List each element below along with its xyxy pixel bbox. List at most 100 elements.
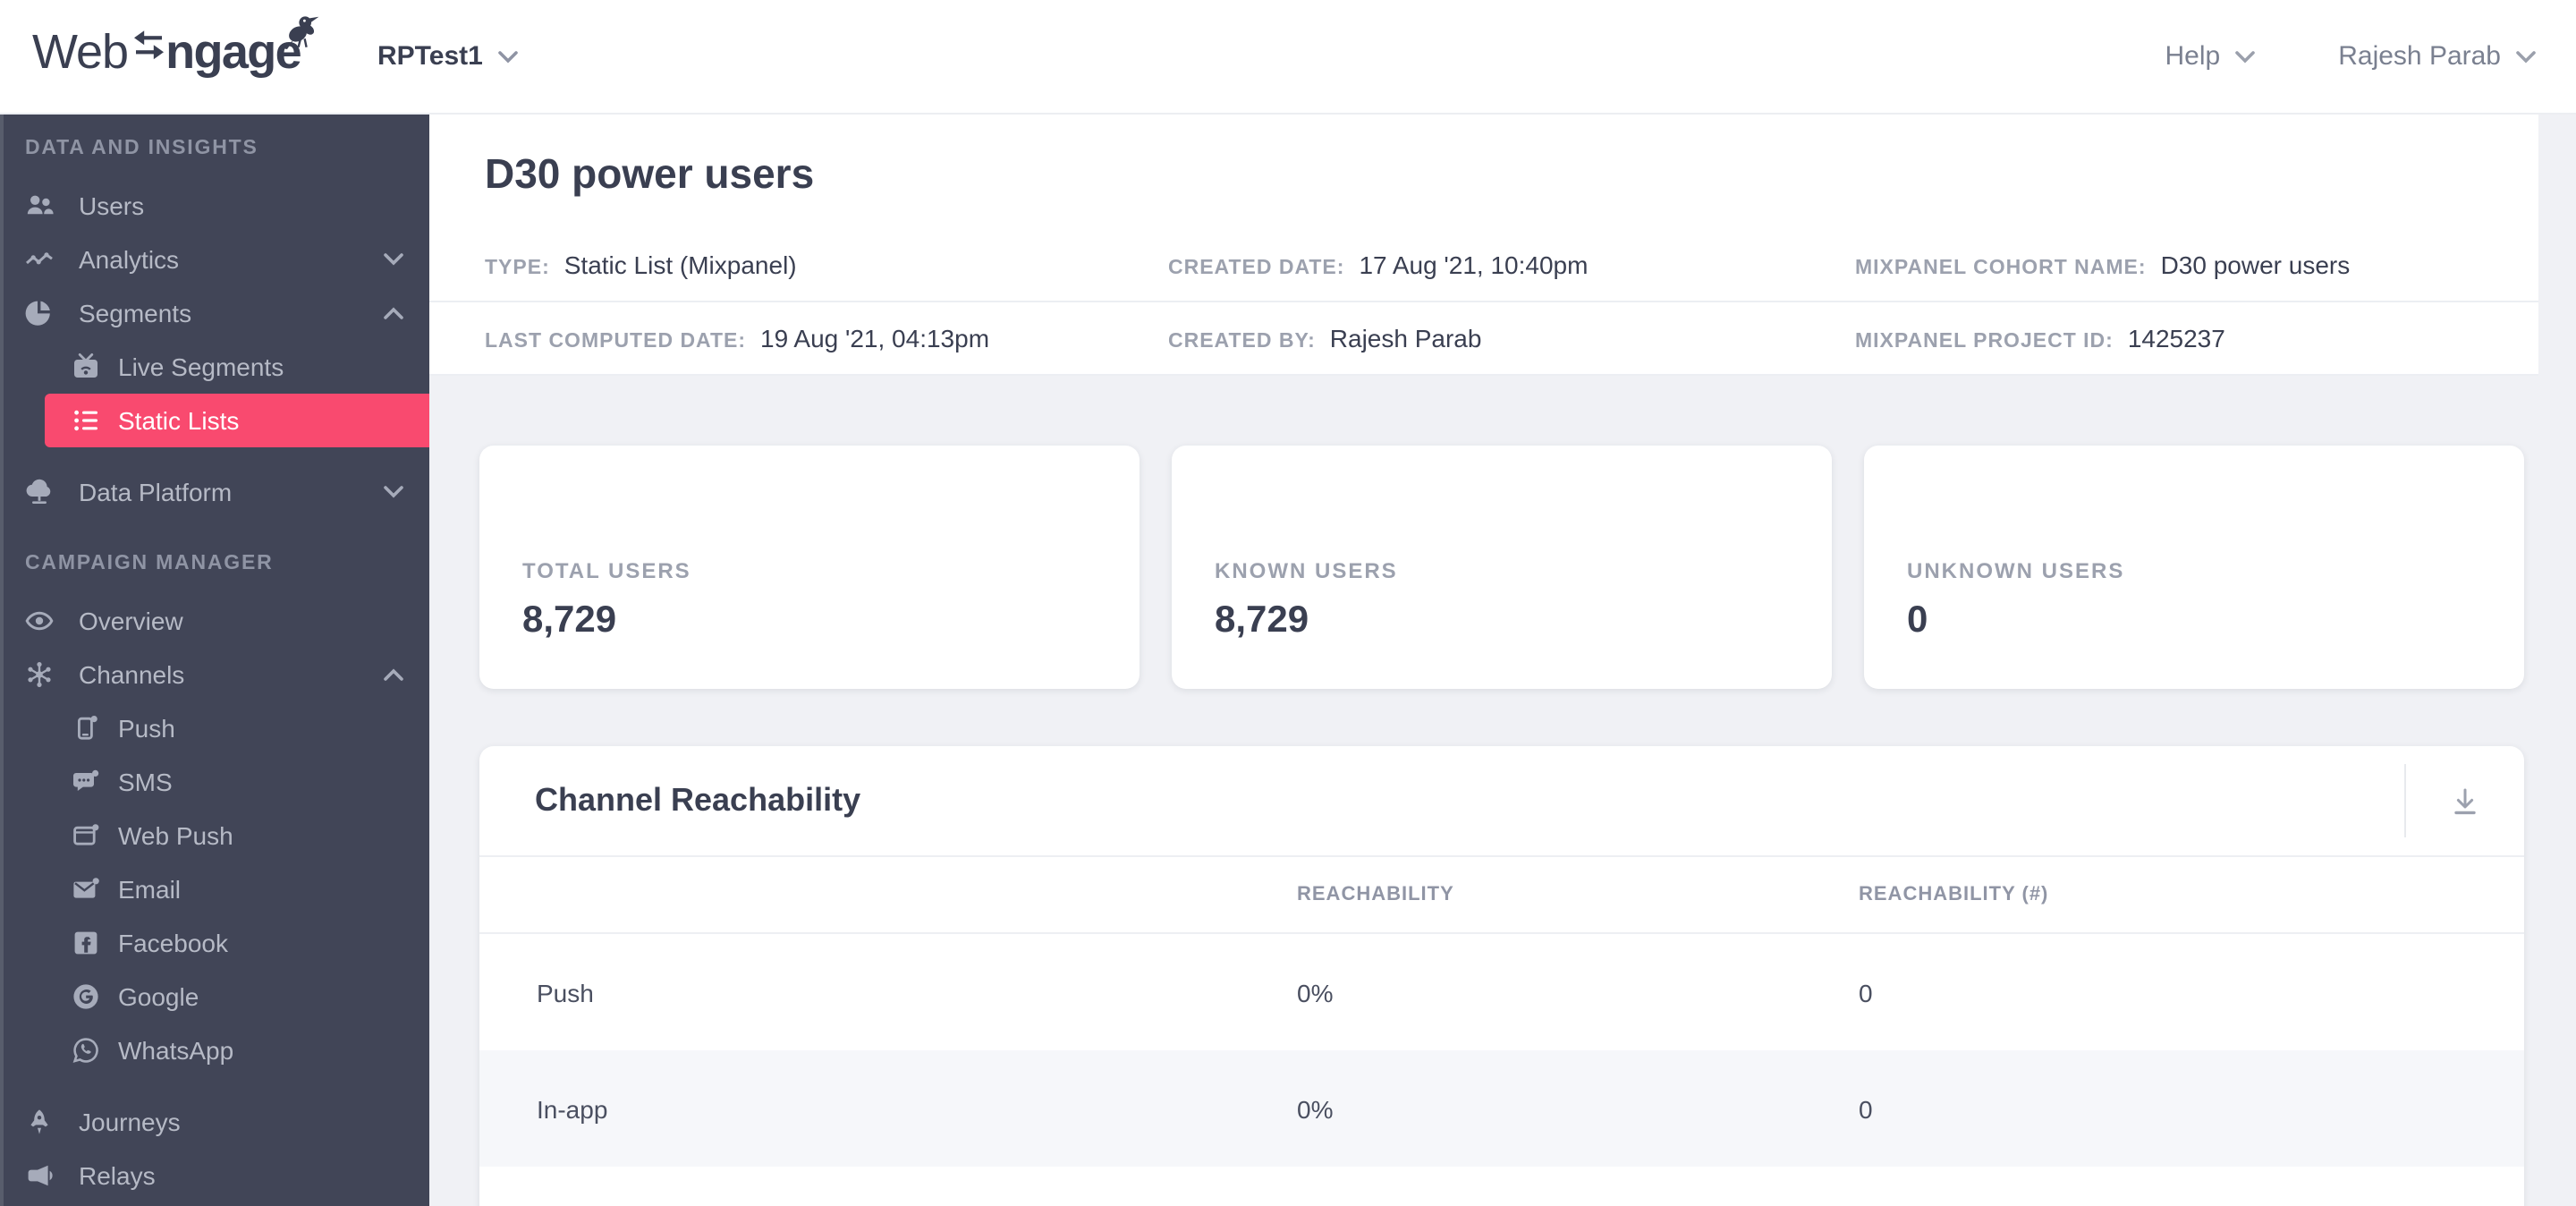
stat-card-total-users: TOTAL USERS 8,729 xyxy=(479,446,1140,689)
google-icon xyxy=(72,982,100,1011)
meta-label: LAST COMPUTED DATE: xyxy=(485,330,747,352)
sidebar-item-static-lists[interactable]: Static Lists xyxy=(45,394,429,447)
chevron-down-icon xyxy=(498,50,518,63)
sidebar-item-label: Channels xyxy=(79,660,185,689)
data-platform-icon xyxy=(25,478,54,506)
live-segments-icon xyxy=(72,352,100,381)
meta-label: MIXPANEL PROJECT ID: xyxy=(1855,330,2114,352)
sidebar-item-whatsapp[interactable]: WhatsApp xyxy=(0,1023,429,1077)
stat-card-unknown-users: UNKNOWN USERS 0 xyxy=(1864,446,2524,689)
cell-count: 0 xyxy=(1859,978,1873,1006)
project-name: RPTest1 xyxy=(377,41,483,72)
sidebar-item-label: Relays xyxy=(79,1161,156,1190)
meta-label: TYPE: xyxy=(485,257,550,278)
sidebar-item-label: Web Push xyxy=(118,821,233,850)
user-name: Rajesh Parab xyxy=(2338,41,2501,72)
meta-label: CREATED BY: xyxy=(1168,330,1316,352)
meta-value: Static List (Mixpanel) xyxy=(564,250,797,278)
sidebar-item-label: Push xyxy=(118,714,175,743)
reachability-title: Channel Reachability xyxy=(535,782,861,818)
sidebar-item-relays[interactable]: Relays xyxy=(0,1149,429,1202)
column-header-reachability: REACHABILITY xyxy=(1297,884,1454,905)
web-push-channel-icon xyxy=(72,821,100,850)
stat-value: 8,729 xyxy=(1215,599,1309,641)
users-icon xyxy=(25,191,54,220)
sidebar-item-web-push[interactable]: Web Push xyxy=(0,809,429,862)
reachability-column-headers: REACHABILITY REACHABILITY (#) xyxy=(479,857,2524,934)
stat-label: KNOWN USERS xyxy=(1215,558,1398,583)
page-title: D30 power users xyxy=(485,150,815,197)
sidebar-item-label: Email xyxy=(118,875,182,904)
table-row-push: Push 0% 0 xyxy=(479,934,2524,1050)
sidebar-item-analytics[interactable]: Analytics xyxy=(0,233,429,286)
meta-value: 19 Aug '21, 04:13pm xyxy=(760,323,990,352)
meta-value: 1425237 xyxy=(2127,323,2225,352)
meta-type: TYPE: Static List (Mixpanel) xyxy=(485,250,797,278)
sidebar-section-campaign-manager: CAMPAIGN MANAGER xyxy=(25,553,274,574)
sidebar-item-facebook[interactable]: Facebook xyxy=(0,916,429,970)
channels-icon xyxy=(25,660,54,689)
sidebar-item-journeys[interactable]: Journeys xyxy=(0,1095,429,1149)
meta-project-id: MIXPANEL PROJECT ID: 1425237 xyxy=(1855,323,2225,352)
segments-icon xyxy=(25,299,54,327)
stat-label: UNKNOWN USERS xyxy=(1907,558,2125,583)
sidebar-item-label: Data Platform xyxy=(79,478,233,506)
top-bar: Web ngage RPTest1 Help Rajesh Parab xyxy=(0,0,2576,115)
meta-last-computed: LAST COMPUTED DATE: 19 Aug '21, 04:13pm xyxy=(485,323,989,352)
sidebar-item-label: Static Lists xyxy=(118,406,240,435)
column-header-reachability-count: REACHABILITY (#) xyxy=(1859,884,2049,905)
sidebar-item-live-segments[interactable]: Live Segments xyxy=(0,340,429,394)
facebook-icon xyxy=(72,929,100,957)
sidebar-item-email[interactable]: Email xyxy=(0,862,429,916)
sidebar-nav: DATA AND INSIGHTS Users Analytics Segmen… xyxy=(0,113,429,1206)
sidebar-item-label: Facebook xyxy=(118,929,228,957)
chevron-down-icon xyxy=(2235,50,2256,63)
cell-reachability: 0% xyxy=(1297,978,1334,1006)
download-icon xyxy=(2454,787,2476,814)
static-lists-icon xyxy=(72,406,100,435)
email-channel-icon xyxy=(72,875,100,904)
stat-cards: TOTAL USERS 8,729 KNOWN USERS 8,729 UNKN… xyxy=(479,446,2524,689)
megaphone-icon xyxy=(25,1161,54,1190)
sidebar-item-label: Journeys xyxy=(79,1108,181,1136)
meta-value: 17 Aug '21, 10:40pm xyxy=(1359,250,1589,278)
webengage-logo[interactable]: Web ngage xyxy=(32,16,319,79)
channel-reachability-card: Channel Reachability REACHABILITY REACHA… xyxy=(479,746,2524,1206)
logo-text-web: Web xyxy=(32,25,129,79)
reachability-header: Channel Reachability xyxy=(479,746,2524,857)
help-menu[interactable]: Help xyxy=(2165,41,2257,72)
sidebar-item-overview[interactable]: Overview xyxy=(0,594,429,648)
push-channel-icon xyxy=(72,714,100,743)
sidebar-item-google[interactable]: Google xyxy=(0,970,429,1023)
webengage-dashboard: Web ngage RPTest1 Help Rajesh Parab DATA… xyxy=(0,0,2576,1206)
main-content: D30 power users TYPE: Static List (Mixpa… xyxy=(429,113,2576,1206)
sms-channel-icon xyxy=(72,768,100,796)
table-row-in-app: In-app 0% 0 xyxy=(479,1050,2524,1167)
sidebar-item-data-platform[interactable]: Data Platform xyxy=(0,465,429,519)
sidebar-item-label: Overview xyxy=(79,607,183,635)
project-switcher[interactable]: RPTest1 xyxy=(377,0,519,113)
chevron-up-icon xyxy=(384,307,403,319)
sidebar-item-push[interactable]: Push xyxy=(0,701,429,755)
meta-label: CREATED DATE: xyxy=(1168,257,1345,278)
chevron-up-icon xyxy=(384,668,403,681)
sidebar-item-users[interactable]: Users xyxy=(0,179,429,233)
stat-card-known-users: KNOWN USERS 8,729 xyxy=(1172,446,1832,689)
stat-value: 0 xyxy=(1907,599,1928,641)
meta-created-date: CREATED DATE: 17 Aug '21, 10:40pm xyxy=(1168,250,1588,278)
cell-count: 0 xyxy=(1859,1094,1873,1123)
sidebar-item-label: Analytics xyxy=(79,245,180,274)
chevron-down-icon xyxy=(384,486,403,498)
meta-label: MIXPANEL COHORT NAME: xyxy=(1855,257,2147,278)
webengage-bird-icon xyxy=(275,5,329,68)
download-button[interactable] xyxy=(2404,764,2524,837)
sidebar-item-segments[interactable]: Segments xyxy=(0,286,429,340)
eye-icon xyxy=(25,607,54,635)
sidebar-item-channels[interactable]: Channels xyxy=(0,648,429,701)
sidebar-section-data-insights: DATA AND INSIGHTS xyxy=(25,138,258,159)
sidebar-item-label: SMS xyxy=(118,768,173,796)
meta-cohort-name: MIXPANEL COHORT NAME: D30 power users xyxy=(1855,250,2350,278)
sidebar-item-sms[interactable]: SMS xyxy=(0,755,429,809)
chevron-down-icon xyxy=(2516,50,2536,63)
user-menu[interactable]: Rajesh Parab xyxy=(2338,41,2537,72)
